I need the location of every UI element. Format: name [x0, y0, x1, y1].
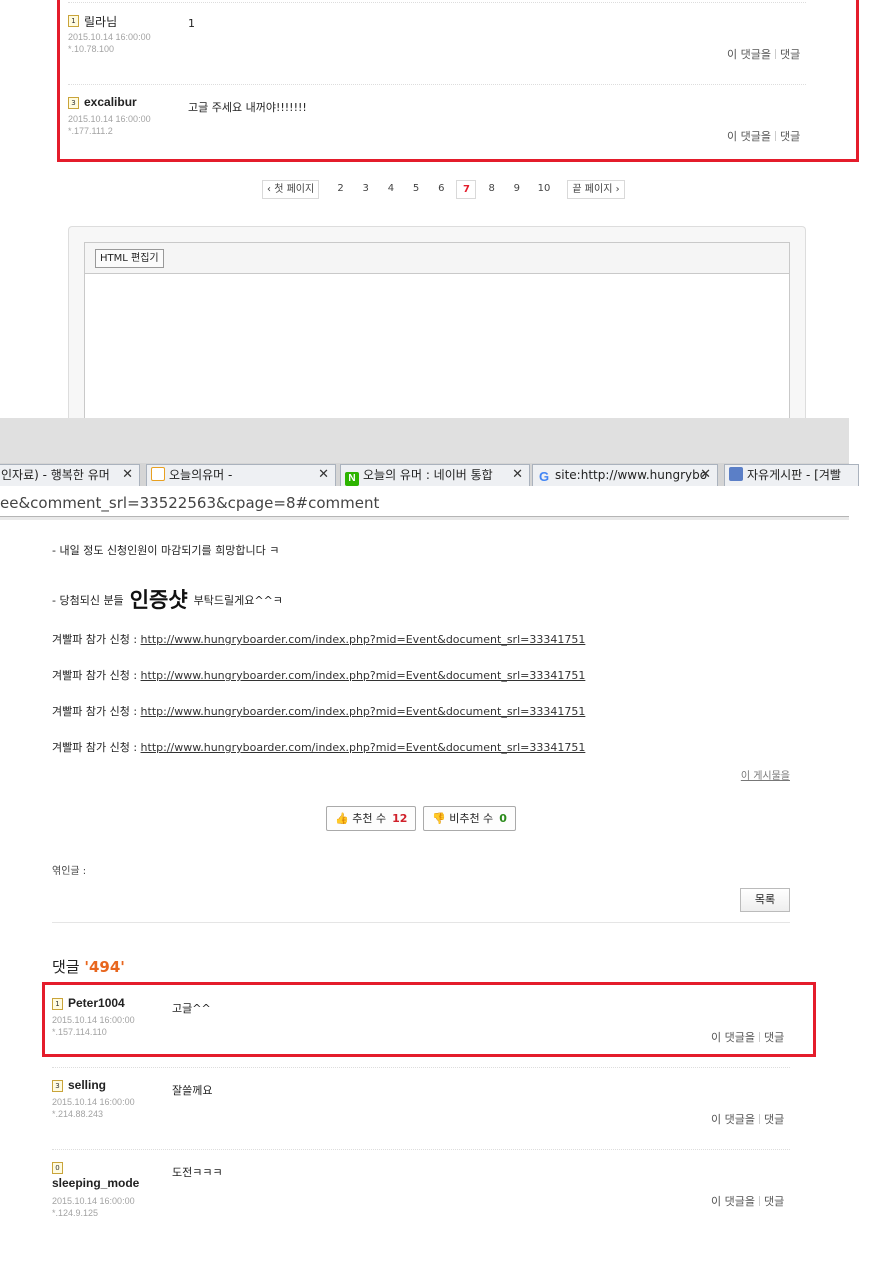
close-icon[interactable]: ✕: [700, 465, 711, 485]
comment-date: 2015.10.14 16:00:00: [52, 1097, 135, 1107]
page-link[interactable]: 9: [506, 180, 528, 199]
list-button[interactable]: 목록: [740, 888, 790, 912]
level-icon: 0: [52, 1162, 63, 1174]
page-current[interactable]: 7: [456, 180, 477, 199]
trackback-label: 엮인글 :: [52, 866, 87, 877]
apply-label: 겨빨파 참가 신청 :: [52, 669, 138, 682]
apply-line: 겨빨파 참가 신청 : http://www.hungryboarder.com…: [52, 667, 585, 683]
apply-link[interactable]: http://www.hungryboarder.com/index.php?m…: [141, 633, 586, 646]
apply-label: 겨빨파 참가 신청 :: [52, 705, 138, 718]
section-divider: [52, 922, 790, 923]
comment-body: 도전ㅋㅋㅋ: [172, 1166, 223, 1179]
comment-author[interactable]: selling: [68, 1078, 106, 1092]
separator: [758, 1196, 760, 1206]
google-icon: G: [538, 469, 550, 484]
downvote-button[interactable]: 👎 비추천 수 0: [423, 806, 516, 831]
thumbs-down-icon: 👎: [432, 812, 446, 825]
comment-actions: 이 댓글을 댓글: [711, 1193, 784, 1209]
board-icon: [729, 467, 743, 481]
level-icon: 3: [52, 1080, 63, 1092]
article-line: - 당첨되신 분들 인증샷 부탁드릴게요^^ㅋ: [52, 584, 283, 614]
comment-divider: [52, 1149, 790, 1150]
apply-line: 겨빨파 참가 신청 : http://www.hungryboarder.com…: [52, 703, 585, 719]
tab-label: 오늘의유머 -: [169, 468, 233, 482]
comment-editor[interactable]: HTML 편집기: [84, 242, 790, 426]
reply-link[interactable]: 댓글: [764, 1195, 784, 1208]
naver-icon: N: [345, 472, 359, 486]
reply-this-link[interactable]: 이 댓글을: [711, 1113, 755, 1126]
page-link[interactable]: 2: [330, 180, 352, 199]
browser-tab[interactable]: 자유게시판 - [겨빨: [724, 464, 859, 486]
comment-author[interactable]: sleeping_mode: [52, 1176, 139, 1190]
page-link[interactable]: 8: [481, 180, 503, 199]
comment-body: 잘쓸께요: [172, 1084, 213, 1097]
browser-titlebar: [0, 418, 849, 463]
browser-tab[interactable]: 인자료) - 행복한 유머 ✕: [0, 464, 140, 486]
reply-this-link[interactable]: 이 댓글을: [711, 1195, 755, 1208]
upvote-label: 추천 수: [352, 812, 387, 825]
browser-tab[interactable]: Gsite:http://www.hungrybo ✕: [532, 464, 718, 486]
html-editor-button[interactable]: HTML 편집기: [95, 249, 164, 268]
apply-link[interactable]: http://www.hungryboarder.com/index.php?m…: [141, 741, 586, 754]
apply-link[interactable]: http://www.hungryboarder.com/index.php?m…: [141, 705, 586, 718]
first-page-button[interactable]: ‹ 첫 페이지: [262, 180, 320, 199]
comment-date: 2015.10.14 16:00:00: [52, 1196, 135, 1206]
address-bar-shadow: [0, 517, 849, 520]
thumbs-up-icon: 👍: [335, 812, 349, 825]
apply-line: 겨빨파 참가 신청 : http://www.hungryboarder.com…: [52, 739, 585, 755]
comment-actions: 이 댓글을 댓글: [711, 1111, 784, 1127]
apply-label: 겨빨파 참가 신청 :: [52, 633, 138, 646]
page-link[interactable]: 4: [380, 180, 402, 199]
close-icon[interactable]: ✕: [512, 465, 523, 485]
downvote-count: 0: [499, 812, 507, 825]
separator: [758, 1114, 760, 1124]
apply-line: 겨빨파 참가 신청 : http://www.hungryboarder.com…: [52, 631, 585, 647]
comments-header: 댓글 '494': [52, 956, 125, 977]
browser-chrome: 인자료) - 행복한 유머 ✕ 오늘의유머 - ✕ N 오늘의 유머 : 네이버 …: [0, 418, 859, 522]
upvote-count: 12: [392, 812, 408, 825]
close-icon[interactable]: ✕: [318, 465, 329, 485]
reply-link[interactable]: 댓글: [764, 1113, 784, 1126]
tab-strip: 인자료) - 행복한 유머 ✕ 오늘의유머 - ✕ N 오늘의 유머 : 네이버 …: [0, 463, 859, 486]
comment-ip: *.124.9.125: [52, 1208, 99, 1218]
tab-label: 오늘의 유머 : 네이버 통합: [363, 468, 493, 482]
comment-divider: [52, 1067, 790, 1068]
page-link[interactable]: 10: [531, 180, 557, 199]
highlight-box: [42, 982, 816, 1057]
tab-label: 자유게시판 - [겨빨: [747, 468, 841, 482]
page-link[interactable]: 5: [405, 180, 427, 199]
pagination: ‹ 첫 페이지 2 3 4 5 6 7 8 9 10 끝 페이지 ›: [262, 180, 625, 200]
comments-label: 댓글: [52, 958, 80, 976]
comment-ip: *.214.88.243: [52, 1109, 104, 1119]
downvote-label: 비추천 수: [449, 812, 494, 825]
tab-label: site:http://www.hungrybo: [555, 468, 708, 482]
page-link[interactable]: 6: [430, 180, 452, 199]
apply-link[interactable]: http://www.hungryboarder.com/index.php?m…: [141, 669, 586, 682]
page-link[interactable]: 3: [355, 180, 377, 199]
article-line: - 내일 정도 신청인원이 마감되기를 희망합니다 ㅋ: [52, 544, 280, 557]
browser-tab[interactable]: 오늘의유머 - ✕: [146, 464, 336, 486]
ou-logo-icon: [151, 467, 165, 481]
article-text: - 당첨되신 분들: [52, 594, 124, 607]
last-page-button[interactable]: 끝 페이지 ›: [567, 180, 625, 199]
apply-label: 겨빨파 참가 신청 :: [52, 741, 138, 754]
emphasis-text: 인증샷: [129, 588, 188, 612]
editor-toolbar: HTML 편집기: [85, 243, 789, 274]
close-icon[interactable]: ✕: [122, 465, 133, 485]
post-link[interactable]: 이 게시물을: [741, 767, 790, 782]
tab-label: 인자료) - 행복한 유머: [1, 468, 110, 482]
upvote-button[interactable]: 👍 추천 수 12: [326, 806, 417, 831]
article-text: 부탁드릴게요^^ㅋ: [193, 594, 283, 607]
comments-count: '494': [84, 958, 125, 976]
address-bar[interactable]: ee&comment_srl=33522563&cpage=8#comment: [0, 489, 849, 517]
browser-tab[interactable]: N 오늘의 유머 : 네이버 통합 ✕: [340, 464, 530, 486]
highlight-box: [57, 0, 859, 162]
